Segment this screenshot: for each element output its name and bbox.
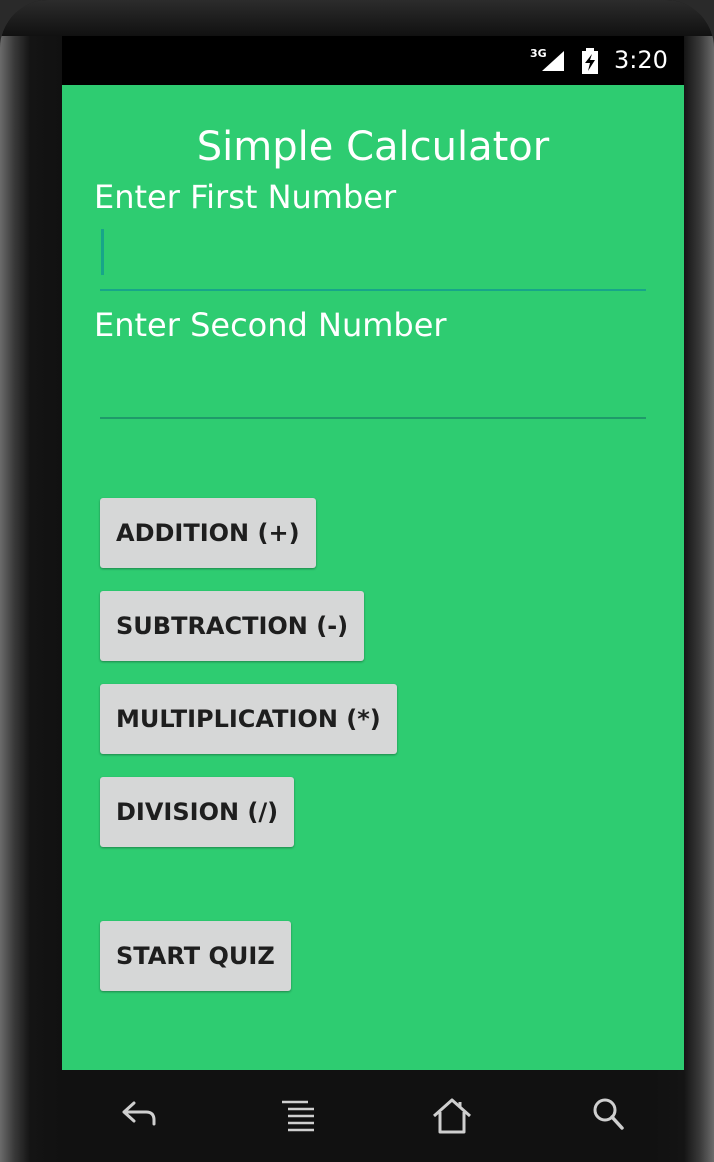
navigation-bar xyxy=(0,1070,714,1162)
second-number-underline xyxy=(100,417,646,419)
status-bar: 3G 3:20 xyxy=(62,36,684,85)
multiplication-button[interactable]: MULTIPLICATION (*) xyxy=(100,684,397,754)
text-caret xyxy=(101,229,104,275)
battery-charging-icon xyxy=(582,48,598,74)
search-icon[interactable] xyxy=(588,1094,630,1136)
second-number-input[interactable] xyxy=(100,354,646,414)
home-icon[interactable] xyxy=(430,1094,474,1138)
device-top-bezel xyxy=(0,0,714,36)
start-quiz-button[interactable]: START QUIZ xyxy=(100,921,291,991)
back-icon[interactable] xyxy=(118,1094,160,1136)
page-title: Simple Calculator xyxy=(196,124,550,170)
status-time: 3:20 xyxy=(614,46,668,74)
addition-button[interactable]: ADDITION (+) xyxy=(100,498,316,568)
first-number-label: Enter First Number xyxy=(94,178,397,216)
second-number-label: Enter Second Number xyxy=(94,306,447,344)
device-frame: 3G 3:20 Simple Calculator Enter First Nu… xyxy=(0,0,714,1162)
subtraction-button[interactable]: SUBTRACTION (-) xyxy=(100,591,365,661)
first-number-underline xyxy=(100,289,646,291)
first-number-input[interactable] xyxy=(100,226,646,286)
menu-icon[interactable] xyxy=(278,1094,320,1136)
division-button[interactable]: DIVISION (/) xyxy=(100,777,295,847)
app-screen: 3G 3:20 Simple Calculator Enter First Nu… xyxy=(62,36,684,1070)
network-type: 3G xyxy=(530,47,547,60)
